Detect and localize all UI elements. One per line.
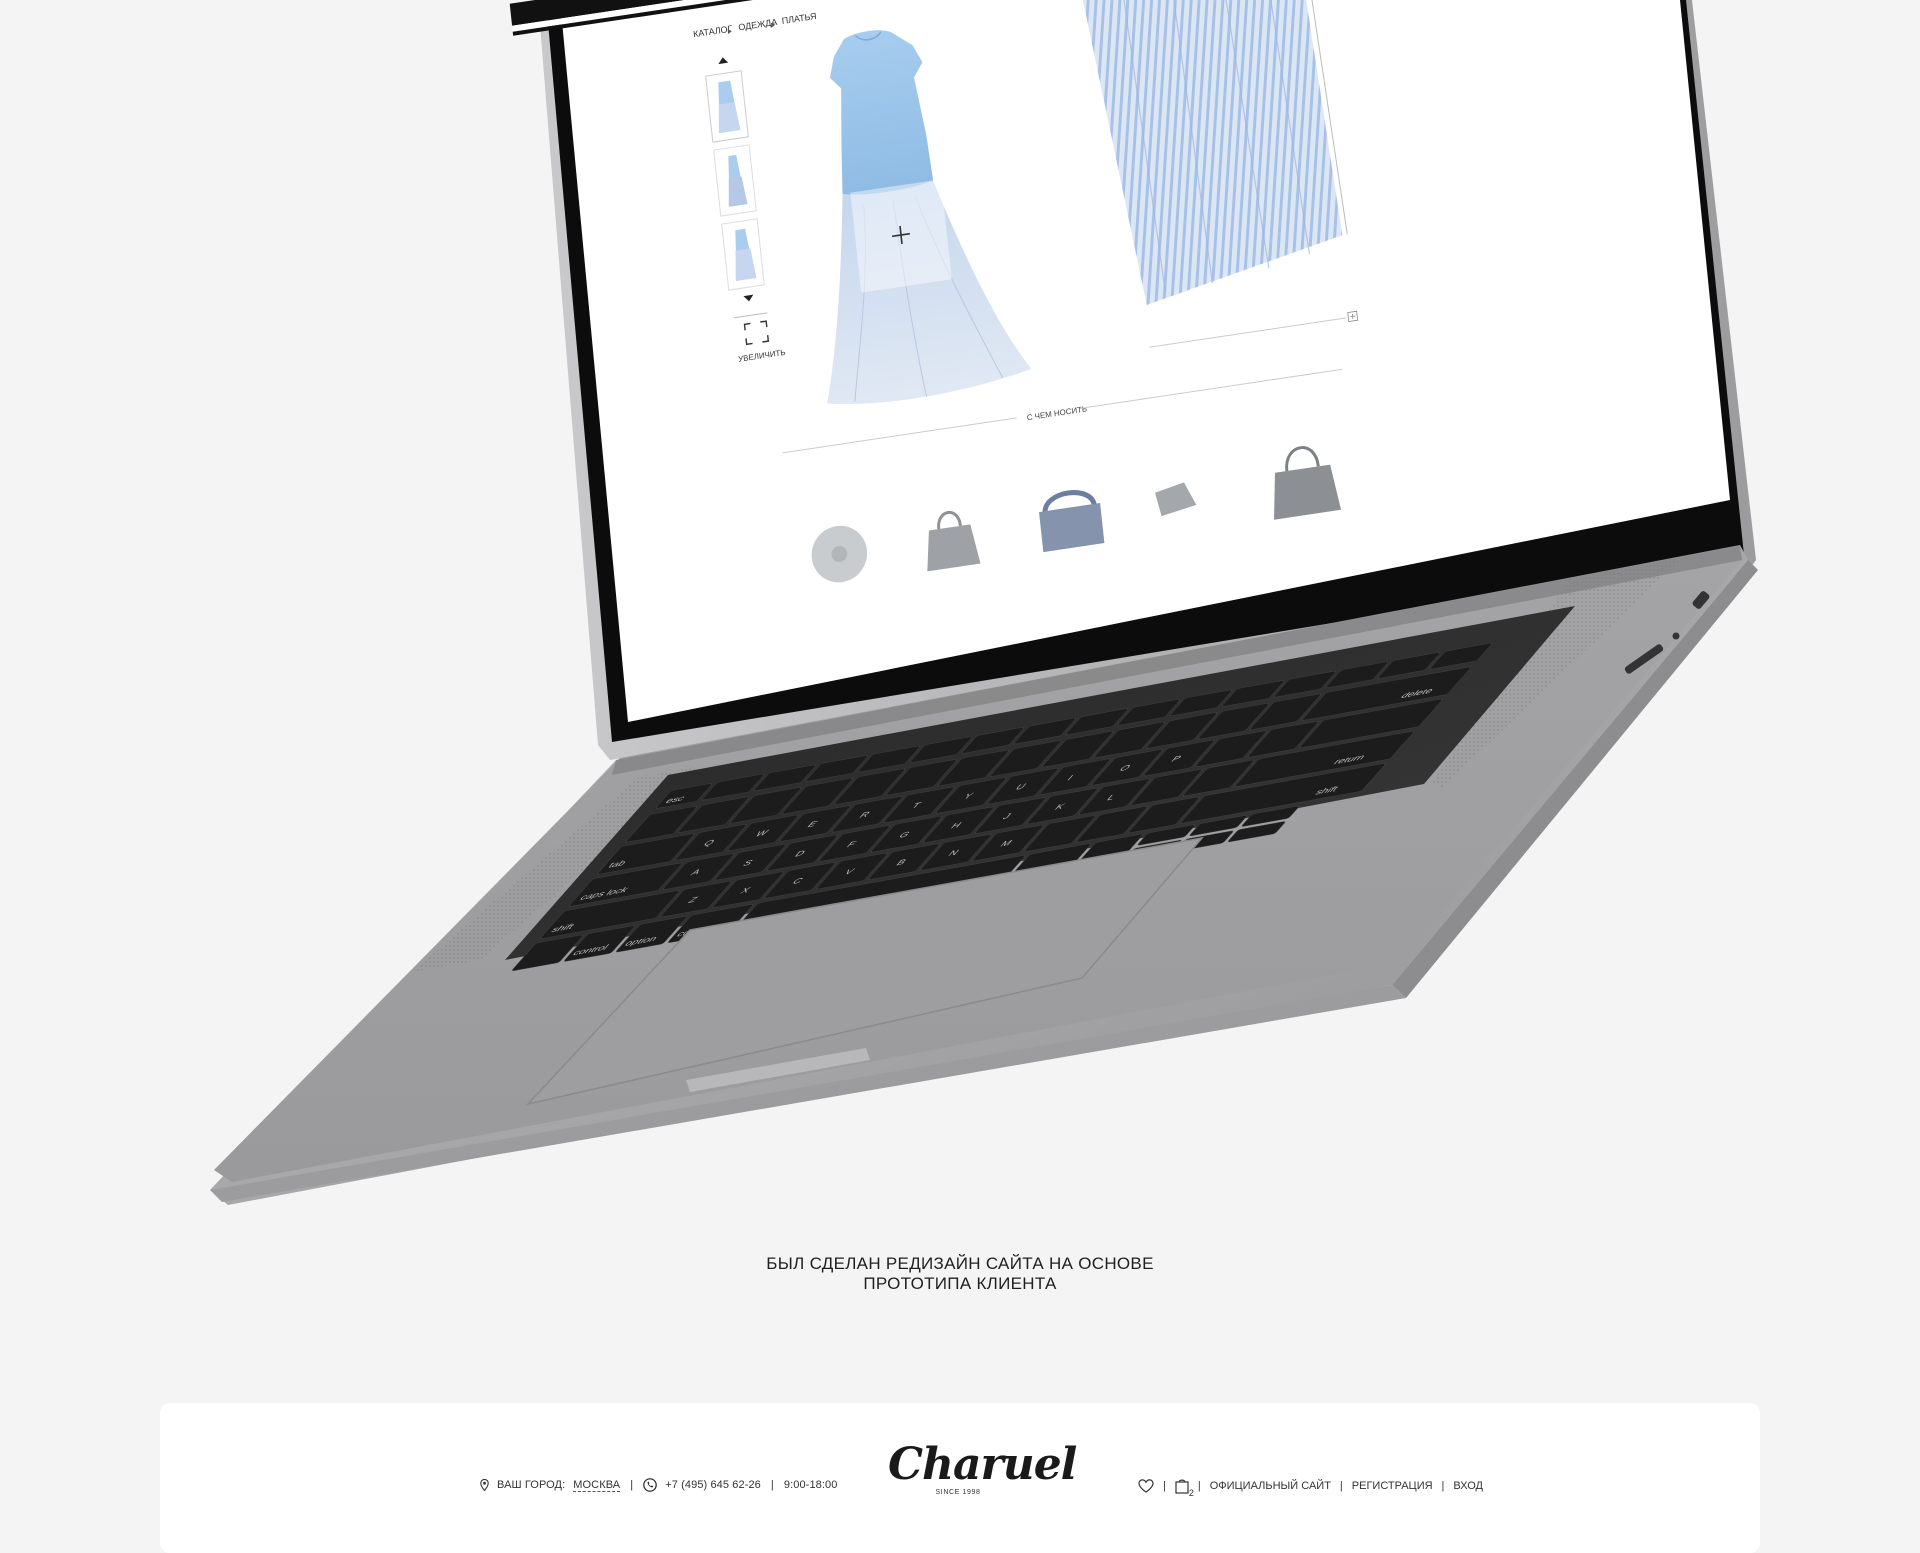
laptop-mockup: КАТАЛОГ ОДЕЖДА ПЛАТЬЯ УВЕЛИЧИТЬ С ЧЕМ НО… (210, 0, 1758, 1205)
cart-count-badge: 2 (1188, 1488, 1194, 1498)
separator: | (1197, 1480, 1201, 1492)
logo-wordmark: Charuel (888, 1439, 1077, 1490)
heart-icon[interactable] (1138, 1479, 1154, 1493)
login-link[interactable]: ВХОД (1453, 1480, 1483, 1492)
caption-line: ПРОТОТИПА КЛИЕНТА (863, 1274, 1057, 1293)
logo-since: SINCE 1998 (935, 1489, 981, 1496)
thumbnail[interactable] (705, 70, 749, 143)
phone-number[interactable]: +7 (495) 645 62-26 (665, 1479, 761, 1491)
header-right: | 2 | ОФИЦИАЛЬНЫЙ САЙТ | РЕГИСТРАЦИЯ | В… (1138, 1478, 1483, 1498)
register-link[interactable]: РЕГИСТРАЦИЯ (1352, 1480, 1433, 1492)
thumbnail[interactable] (713, 144, 757, 217)
thumbnail[interactable] (721, 218, 765, 291)
location-pin-icon (480, 1479, 489, 1491)
city-label: ВАШ ГОРОД: (497, 1479, 566, 1491)
phone-icon (643, 1478, 658, 1492)
caption: БЫЛ СДЕЛАН РЕДИЗАЙН САЙТА НА ОСНОВЕ ПРОТ… (0, 1254, 1920, 1294)
cart-icon[interactable]: 2 (1175, 1478, 1194, 1498)
header-left: ВАШ ГОРОД: МОСКВА | +7 (495) 645 62-26 |… (480, 1478, 837, 1492)
site-header-card: ВАШ ГОРОД: МОСКВА | +7 (495) 645 62-26 |… (160, 1403, 1760, 1553)
official-site-link[interactable]: ОФИЦИАЛЬНЫЙ САЙТ (1210, 1480, 1331, 1492)
separator: | (1163, 1480, 1166, 1492)
port-headphone (1672, 632, 1680, 640)
separator: | (770, 1479, 774, 1491)
working-hours: 9:00-18:00 (783, 1479, 838, 1491)
separator: | (630, 1479, 634, 1491)
caption-line: БЫЛ СДЕЛАН РЕДИЗАЙН САЙТА НА ОСНОВЕ (766, 1254, 1154, 1273)
separator: | (1441, 1480, 1445, 1492)
separator: | (1339, 1480, 1343, 1492)
city-select-link[interactable]: МОСКВА (573, 1479, 621, 1492)
brand-logo[interactable]: Charuel SINCE 1998 (888, 1439, 1077, 1497)
